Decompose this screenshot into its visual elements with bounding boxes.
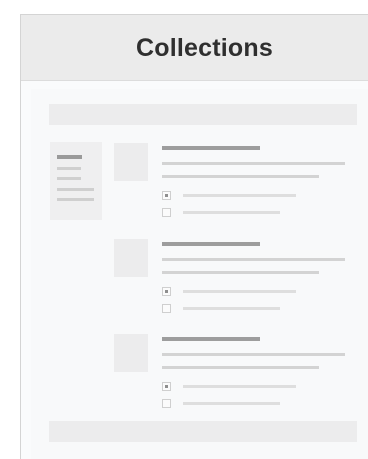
checkbox-label-placeholder	[183, 211, 280, 214]
item-line-placeholder	[162, 271, 319, 274]
item-checkbox[interactable]	[162, 208, 171, 217]
item-line-placeholder	[162, 175, 319, 178]
sidebar-line-placeholder	[57, 188, 94, 191]
item-line-placeholder	[162, 162, 345, 165]
item-checkbox[interactable]	[162, 191, 171, 200]
collection-item	[114, 334, 349, 414]
collection-item	[114, 143, 349, 223]
item-checkbox[interactable]	[162, 382, 171, 391]
item-thumbnail-placeholder	[114, 239, 148, 277]
sidebar-placeholder	[50, 142, 102, 220]
sidebar-line-placeholder	[57, 198, 94, 201]
top-bar-placeholder	[49, 104, 357, 125]
item-title-placeholder	[162, 242, 260, 246]
item-checkbox[interactable]	[162, 399, 171, 408]
window-title: Collections	[136, 34, 273, 62]
checkbox-label-placeholder	[183, 385, 296, 388]
item-checkbox[interactable]	[162, 304, 171, 313]
item-line-placeholder	[162, 353, 345, 356]
item-line-placeholder	[162, 366, 319, 369]
item-title-placeholder	[162, 337, 260, 341]
checkbox-label-placeholder	[183, 402, 280, 405]
checkbox-label-placeholder	[183, 194, 296, 197]
collection-item	[114, 239, 349, 319]
collections-window: Collections	[20, 14, 368, 459]
checkbox-label-placeholder	[183, 307, 280, 310]
item-thumbnail-placeholder	[114, 334, 148, 372]
item-thumbnail-placeholder	[114, 143, 148, 181]
item-checkbox[interactable]	[162, 287, 171, 296]
checkbox-label-placeholder	[183, 290, 296, 293]
bottom-bar-placeholder	[49, 421, 357, 442]
item-line-placeholder	[162, 258, 345, 261]
item-title-placeholder	[162, 146, 260, 150]
sidebar-heading-placeholder	[57, 155, 82, 159]
sidebar-line-placeholder	[57, 167, 81, 170]
content-area	[31, 89, 368, 459]
sidebar-line-placeholder	[57, 177, 81, 180]
title-bar: Collections	[21, 15, 368, 81]
